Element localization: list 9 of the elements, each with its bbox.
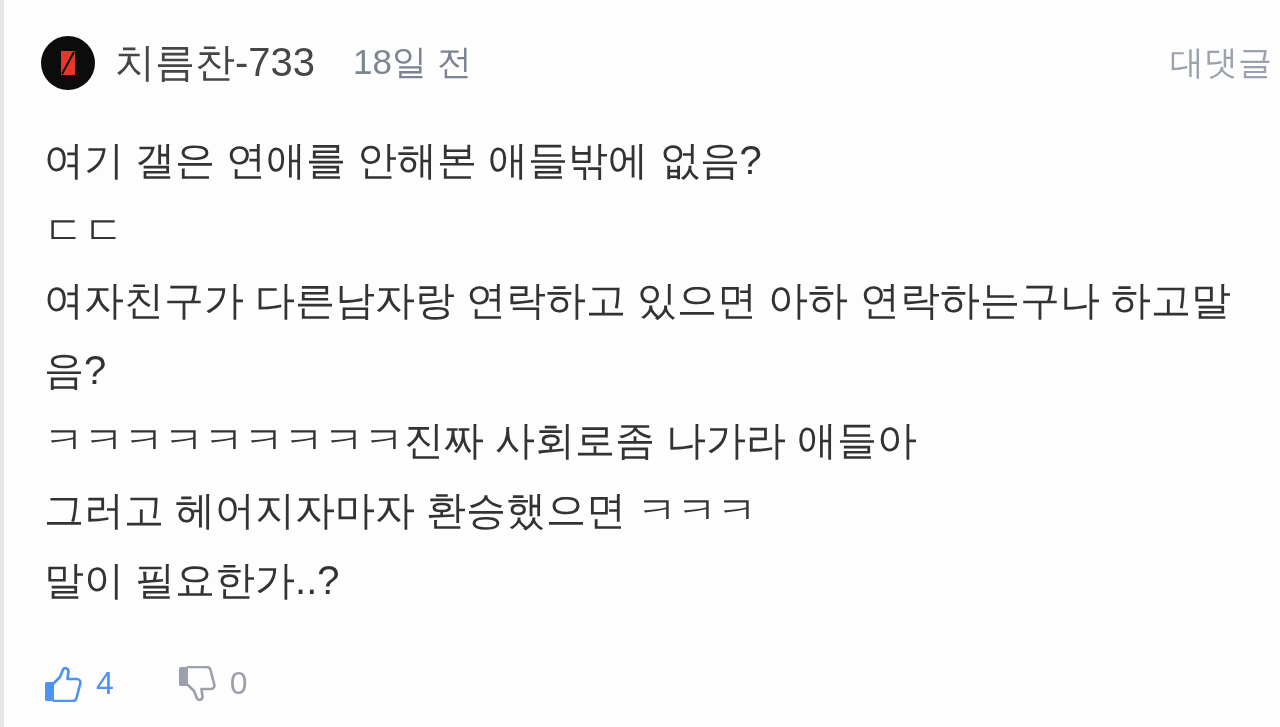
thumbs-down-icon [177, 665, 216, 702]
avatar-icon [41, 35, 95, 90]
username: 치름찬-733 [115, 39, 316, 86]
like-button[interactable]: 4 [44, 665, 114, 702]
thumbs-up-icon [44, 665, 82, 702]
reply-button[interactable]: 대댓글 [1170, 39, 1272, 86]
post-time: 18일 전 [353, 41, 472, 83]
comment-text: 여기 갤은 연애를 안해본 애들밖에 없음? ㄷㄷ 여자친구가 다른남자랑 연락하고 있으면 아하 연락하는구나 하고말 음? ㅋㅋㅋㅋㅋㅋㅋㅋㅋ진짜 사회로좀 나가라 애들아 그러고 헤어지자마자 환승했으면 ㅋㅋㅋ 말이 필요한가..? [44, 137, 1231, 604]
dislike-button[interactable]: 0 [177, 665, 248, 702]
